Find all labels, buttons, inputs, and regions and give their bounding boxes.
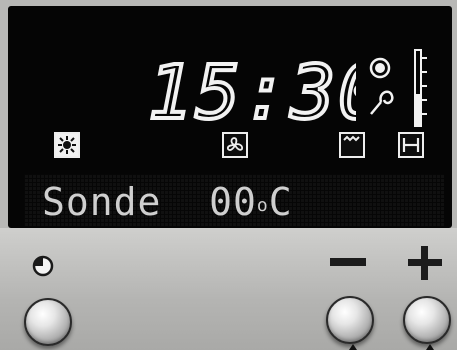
- probe-curve-icon: [370, 90, 394, 115]
- matrix-degree-sign: o: [256, 195, 269, 216]
- oven-display: 15:30: [8, 6, 452, 228]
- probe-dot-icon: [369, 57, 391, 79]
- temperature-level-bar: [414, 49, 427, 127]
- decrease-marker: [349, 344, 357, 350]
- fan-icon: [222, 132, 248, 158]
- clock-icon: [32, 255, 54, 277]
- plus-icon: [408, 246, 442, 280]
- matrix-unit: C: [268, 180, 293, 224]
- timer-button[interactable]: [24, 298, 72, 346]
- clock-time: 15:30: [148, 50, 356, 126]
- light-icon: [54, 132, 80, 158]
- matrix-label: Sonde: [42, 180, 162, 224]
- increase-button[interactable]: [403, 296, 451, 344]
- decrease-button[interactable]: [326, 296, 374, 344]
- minus-icon: [330, 258, 366, 266]
- bottom-top-heat-icon: [398, 132, 424, 158]
- matrix-readout: Sonde 00oC: [42, 182, 293, 222]
- top-heat-icon: [339, 132, 365, 158]
- matrix-value: 00: [209, 180, 257, 224]
- dot-matrix-display: Sonde 00oC: [24, 174, 444, 226]
- clock-readout: 15:30: [146, 48, 356, 126]
- increase-marker: [426, 344, 434, 350]
